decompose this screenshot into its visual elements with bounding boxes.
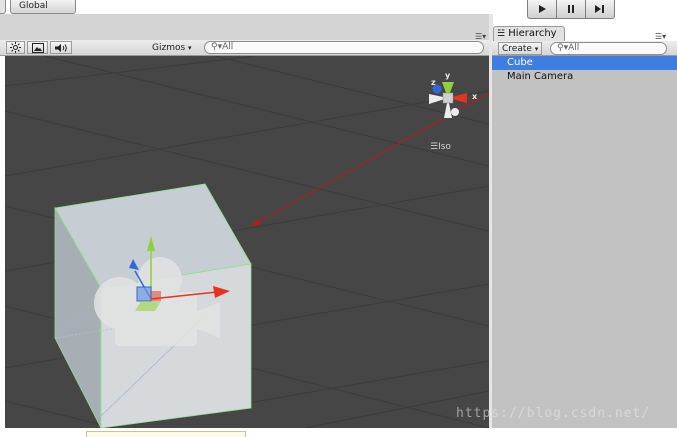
scene-audio-button[interactable] bbox=[50, 41, 72, 54]
step-icon bbox=[595, 5, 604, 13]
tooltip-box bbox=[86, 431, 246, 437]
hierarchy-list: Cube Main Camera bbox=[492, 56, 677, 428]
scene-lighting-button[interactable] bbox=[6, 41, 25, 54]
chevron-down-icon: ▾ bbox=[188, 44, 192, 52]
hierarchy-search-input[interactable]: ⚲▾All bbox=[550, 42, 667, 55]
orientation-gizmo[interactable] bbox=[429, 82, 467, 118]
hierarchy-icon: ☱ bbox=[497, 29, 506, 39]
play-button[interactable] bbox=[527, 0, 557, 19]
pause-icon bbox=[568, 5, 574, 13]
hierarchy-panel-menu-icon[interactable]: ☰▾ bbox=[655, 32, 666, 41]
create-label: Create bbox=[502, 44, 532, 54]
list-icon: ☰ bbox=[430, 142, 439, 152]
watermark: https://blog.csdn.net/ bbox=[456, 406, 651, 421]
scene-effects-button[interactable] bbox=[27, 41, 48, 54]
search-icon: ⚲▾ bbox=[211, 42, 223, 52]
gizmos-dropdown[interactable]: Gizmos ▾ bbox=[152, 41, 192, 55]
gizmo-y-label: y bbox=[445, 71, 451, 80]
gizmos-label: Gizmos bbox=[152, 43, 186, 53]
hierarchy-item-cube[interactable]: Cube bbox=[492, 56, 677, 70]
chevron-down-icon: ▾ bbox=[534, 45, 539, 53]
search-icon: ⚲▾ bbox=[557, 43, 569, 53]
step-button[interactable] bbox=[586, 0, 615, 19]
scene-toolbar: Gizmos ▾ ⚲▾All bbox=[0, 40, 489, 56]
projection-label: Iso bbox=[438, 142, 451, 152]
image-icon bbox=[31, 42, 44, 53]
scene-tab-bar bbox=[0, 14, 489, 40]
play-controls bbox=[527, 0, 615, 19]
xz-plane-handle[interactable] bbox=[151, 291, 161, 301]
hierarchy-item-main-camera[interactable]: Main Camera bbox=[492, 70, 677, 84]
play-icon bbox=[539, 5, 546, 13]
scene-search-input[interactable]: ⚲▾All bbox=[204, 41, 484, 54]
global-toggle-label: Global bbox=[19, 1, 48, 11]
hierarchy-search-placeholder: All bbox=[568, 43, 580, 53]
scene-viewport[interactable]: y z x bbox=[5, 56, 489, 428]
global-local-toggle[interactable]: Global bbox=[10, 0, 76, 14]
gizmo-neg-z-cone[interactable] bbox=[451, 108, 459, 116]
xy-plane-handle[interactable] bbox=[136, 286, 152, 302]
scene-canvas: y z x bbox=[5, 56, 489, 428]
gizmo-x-label: x bbox=[472, 92, 478, 101]
tab-hierarchy[interactable]: ☱ Hierarchy bbox=[493, 26, 565, 41]
hierarchy-tab-label: Hierarchy bbox=[508, 28, 557, 39]
projection-toggle[interactable]: ☰Iso bbox=[430, 142, 451, 152]
sun-icon bbox=[10, 42, 21, 53]
frustum-arrowhead bbox=[250, 218, 260, 226]
gizmo-z-label: z bbox=[431, 78, 436, 87]
scene-search-placeholder: All bbox=[222, 42, 234, 52]
pause-button[interactable] bbox=[557, 0, 586, 19]
create-dropdown[interactable]: Create ▾ bbox=[498, 42, 543, 55]
gizmo-center-cube[interactable] bbox=[442, 92, 454, 104]
speaker-icon bbox=[55, 43, 67, 52]
pivot-toggle[interactable] bbox=[0, 0, 6, 14]
